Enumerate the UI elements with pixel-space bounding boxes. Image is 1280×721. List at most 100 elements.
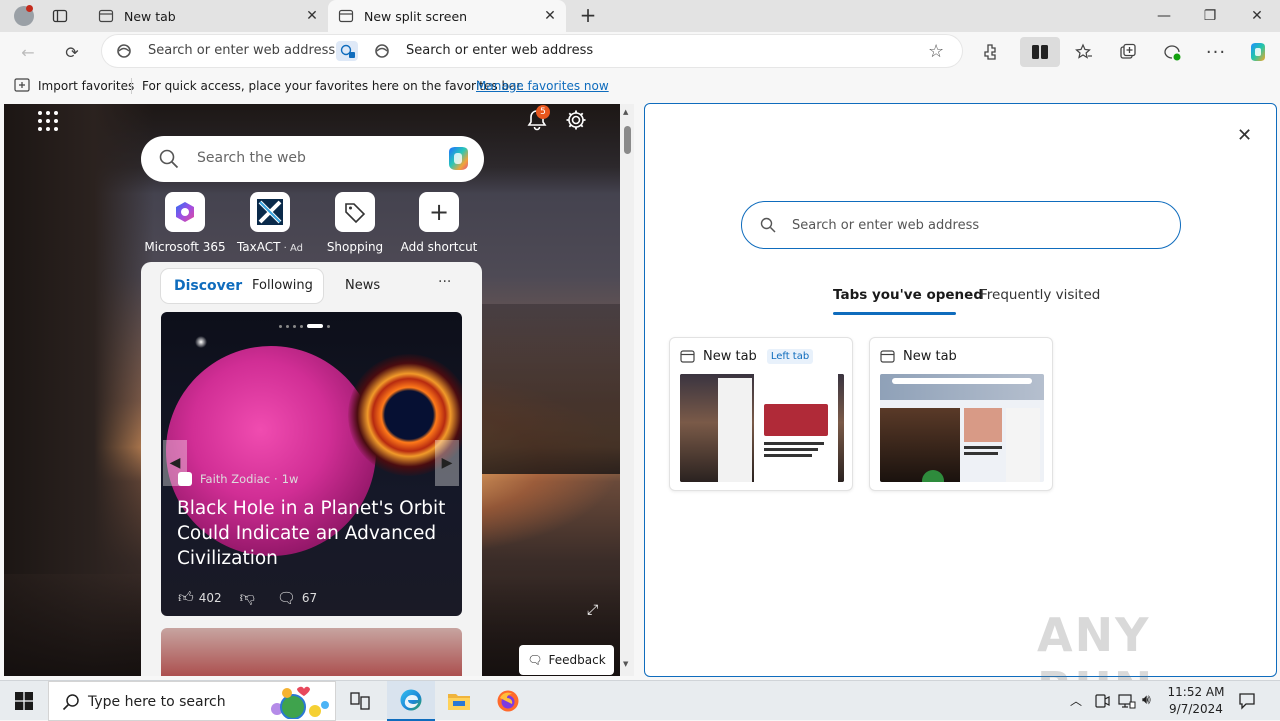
system-clock[interactable]: 11:52 AM 9/7/2024 xyxy=(1166,684,1226,718)
extensions-icon[interactable] xyxy=(977,38,1005,66)
card-age: 1w xyxy=(281,472,299,486)
left-address-input[interactable]: Search or enter web address xyxy=(148,43,335,58)
settings-gear-icon[interactable] xyxy=(565,109,587,131)
windows-taskbar: Type here to search ︿ 🔊︎ 11:52 AM 9/7/20… xyxy=(0,680,1280,721)
publisher-logo-icon xyxy=(178,472,192,486)
copilot-icon[interactable] xyxy=(443,144,473,174)
restore-button[interactable]: ❐ xyxy=(1187,0,1233,32)
tab-tabs-youve-opened[interactable]: Tabs you've opened xyxy=(833,287,983,303)
thumbs-up-icon[interactable]: 👍︎ xyxy=(178,588,194,607)
feed-more-icon[interactable]: ··· xyxy=(438,274,451,290)
expand-icon[interactable]: ⤢ xyxy=(587,602,598,618)
taskbar-edge-app[interactable] xyxy=(387,681,435,721)
meet-now-icon[interactable] xyxy=(1094,693,1110,709)
favorites-hint-text: For quick access, place your favorites h… xyxy=(142,79,525,93)
notification-center-icon[interactable] xyxy=(1238,692,1256,710)
address-bar[interactable]: Search or enter web address Search or en… xyxy=(102,35,962,67)
start-button[interactable] xyxy=(0,681,48,721)
taskbar-search-input[interactable]: Type here to search xyxy=(88,694,226,710)
manage-favorites-link[interactable]: Manage favorites now xyxy=(476,79,609,93)
tab-new-tab[interactable]: New tab ✕ xyxy=(88,0,328,32)
page-icon xyxy=(98,8,114,24)
favorites-bar: Import favorites For quick access, place… xyxy=(0,72,1280,100)
left-tab-badge: Left tab xyxy=(766,349,814,364)
close-tab-icon[interactable]: ✕ xyxy=(304,8,320,24)
divider xyxy=(131,78,132,94)
tab-following[interactable]: Following xyxy=(252,278,313,293)
apps-grid-icon[interactable] xyxy=(37,110,59,132)
comment-icon[interactable]: 🗨︎ xyxy=(277,589,296,607)
file-explorer-icon[interactable] xyxy=(435,681,483,721)
favorite-star-icon[interactable]: ☆ xyxy=(928,41,944,62)
source-name: Faith Zodiac xyxy=(200,472,271,486)
card-source: Faith Zodiac · 1w xyxy=(178,472,298,486)
news-card-next[interactable] xyxy=(161,628,462,676)
task-view-icon[interactable] xyxy=(336,681,384,721)
clock-time: 11:52 AM xyxy=(1167,685,1225,699)
notification-count-badge: 5 xyxy=(536,105,550,119)
carousel-next-icon[interactable]: ▶ xyxy=(435,440,459,486)
close-split-icon[interactable]: ✕ xyxy=(1237,125,1252,146)
split-focus-icon[interactable] xyxy=(336,41,358,61)
plus-icon: + xyxy=(419,192,459,232)
clock-date: 9/7/2024 xyxy=(1169,702,1223,716)
split-search-input[interactable]: Search or enter web address xyxy=(792,218,979,233)
taskbar-search-box[interactable]: Type here to search xyxy=(48,681,336,721)
network-icon[interactable] xyxy=(1118,693,1136,709)
refresh-icon[interactable]: ⟳ xyxy=(58,38,86,66)
split-search-box[interactable]: Search or enter web address xyxy=(741,201,1181,249)
feedback-icon: 🗨︎ xyxy=(527,653,543,667)
scrollbar-track[interactable]: ▲ ▼ xyxy=(620,104,634,676)
shortcut-taxact[interactable]: TaxACT · Ad xyxy=(227,192,313,254)
scroll-down-icon[interactable]: ▼ xyxy=(623,660,628,668)
edge-search-icon xyxy=(116,43,132,59)
import-favorites-button[interactable]: Import favorites xyxy=(38,79,134,93)
tab-news[interactable]: News xyxy=(345,278,380,293)
feedback-button[interactable]: 🗨︎ Feedback xyxy=(519,645,614,675)
tab-new-split-screen[interactable]: New split screen ✕ xyxy=(328,0,566,32)
web-search-input[interactable]: Search the web xyxy=(197,150,306,166)
right-split-pane: ✕ Search or enter web address Tabs you'v… xyxy=(644,103,1277,716)
volume-icon[interactable]: 🔊︎ xyxy=(1142,692,1151,708)
card-header: New tab xyxy=(880,349,957,364)
minimize-button[interactable]: — xyxy=(1141,0,1187,32)
profile-alert-dot xyxy=(26,5,33,12)
opened-tab-card[interactable]: New tab Left tab xyxy=(669,337,853,491)
notifications-bell-icon[interactable]: 5 xyxy=(525,105,550,132)
shortcut-microsoft-365[interactable]: Microsoft 365 xyxy=(142,192,228,254)
page-icon xyxy=(338,8,354,24)
show-hidden-icons[interactable]: ︿ xyxy=(1070,692,1082,709)
new-tab-plus-icon[interactable]: + xyxy=(578,5,598,25)
tab-discover[interactable]: Discover xyxy=(174,278,242,294)
opened-tab-card[interactable]: New tab xyxy=(869,337,1053,491)
ad-label: Ad xyxy=(290,243,304,254)
scroll-up-icon[interactable]: ▲ xyxy=(623,108,628,116)
copilot-icon[interactable] xyxy=(1244,38,1272,66)
feedback-label: Feedback xyxy=(548,653,606,667)
like-count: 402 xyxy=(198,590,222,605)
close-window-button[interactable]: ✕ xyxy=(1234,0,1280,32)
shortcut-shopping[interactable]: Shopping xyxy=(312,192,398,254)
edge-search-icon xyxy=(374,43,390,59)
news-card[interactable]: ◀ ▶ Faith Zodiac · 1w Black Hole in a Pl… xyxy=(161,312,462,616)
taxact-logo-icon xyxy=(250,192,290,232)
more-menu-icon[interactable]: ··· xyxy=(1202,38,1230,66)
right-address-input[interactable]: Search or enter web address xyxy=(406,43,593,58)
firefox-icon[interactable] xyxy=(484,681,532,721)
card-headline[interactable]: Black Hole in a Planet's Orbit Could Ind… xyxy=(177,496,455,571)
shortcut-label: Shopping xyxy=(326,240,384,254)
web-search-box[interactable]: Search the web xyxy=(141,136,484,182)
split-screen-button[interactable] xyxy=(1020,37,1060,67)
profile-avatar[interactable] xyxy=(14,5,34,26)
tab-frequently-visited[interactable]: Frequently visited xyxy=(980,287,1100,303)
scrollbar-thumb[interactable] xyxy=(624,126,631,154)
import-favorites-icon xyxy=(14,78,30,92)
browser-essentials-icon[interactable] xyxy=(1158,38,1186,66)
favorites-icon[interactable] xyxy=(1070,38,1098,66)
add-shortcut-button[interactable]: + Add shortcut xyxy=(396,192,482,254)
back-arrow-icon[interactable]: ← xyxy=(14,38,42,66)
collections-icon[interactable] xyxy=(1114,38,1142,66)
close-tab-icon[interactable]: ✕ xyxy=(542,8,558,24)
thumbs-down-icon[interactable]: 👎︎ xyxy=(240,588,255,607)
tab-actions-icon[interactable] xyxy=(52,8,68,24)
